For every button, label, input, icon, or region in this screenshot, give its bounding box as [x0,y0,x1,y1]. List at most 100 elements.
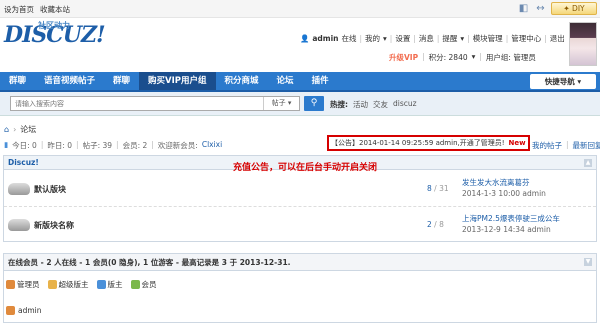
user-bar-secondary: 升级VIP | 积分: 2840 ▾ | 用户组: 管理员 [389,52,536,63]
announcement-text: 【公告】2014-01-14 09:25:59 admin,开通了管理员! [331,139,505,147]
last-post-title[interactable]: 发生发大水流离葛芬 [462,177,546,188]
hot-search-item[interactable]: discuz [393,99,417,110]
main-nav: 群聊 语音视频帖子 群聊 购买VIP用户组 积分商城 论坛 插件 快捷导航 ▾ [0,72,600,92]
online-user[interactable]: admin [6,306,42,315]
nav-item[interactable]: 论坛 [268,72,303,90]
hot-search-item[interactable]: 交友 [373,99,388,110]
username-link[interactable]: admin [312,34,338,43]
forum-last-post: 上海PM2.5爆表停驶三成公车 2013-12-9 14:34 admin [462,213,560,235]
quick-nav-button[interactable]: 快捷导航 ▾ [530,74,596,89]
stat-welcome: 欢迎新会员: [157,141,198,150]
admin-center-link[interactable]: 管理中心 [511,33,541,44]
bookmark-link[interactable]: 收藏本站 [40,4,70,15]
top-bar: 设为首页 收藏本站 ◧ ↔ ✦ DIY [0,0,600,18]
online-title[interactable]: 在线会员 - 2 人在线 - 1 会员(0 隐身), 1 位游客 - 最高记录是… [8,258,291,267]
new-member-link[interactable]: Clxixi [202,140,222,151]
set-home-link[interactable]: 设为首页 [4,4,34,15]
breadcrumb: ⌂ › 论坛 [4,124,37,135]
search-bar: 帖子 ▾ ⚲ 热搜: 活动 交友 discuz [0,92,600,116]
legend-item: 管理员 [6,279,40,290]
palette-icon[interactable]: ◧ [518,3,529,14]
chevron-down-icon: ▾ [471,52,476,61]
forum-row: 默认版块 8 / 31 发生发大水流离葛芬 2014-1-3 10:00 adm… [4,173,596,207]
forum-stats: ▮ 今日: 0 | 昨日: 0 | 帖子: 39 | 会员: 2 | 欢迎新会员: Cl… [4,140,223,151]
quick-nav-label: 快捷导航 [544,77,575,86]
admin-group-icon [6,306,15,315]
diy-button[interactable]: ✦ DIY [551,2,597,15]
search-box: 帖子 ▾ [10,96,300,111]
chevron-down-icon: ▾ [383,34,387,43]
nav-item[interactable]: 群聊 [104,72,139,90]
last-post-meta: 2014-1-3 10:00 admin [462,189,546,198]
latest-reply-link[interactable]: 最新回复 [573,140,600,151]
forum-counts: 2 / 8 [427,220,444,229]
stat-yesterday: 昨日: 0 [47,141,73,150]
forum-row: 新版块名称 2 / 8 上海PM2.5爆表停驶三成公车 2013-12-9 14… [4,209,596,243]
forum-bubble-icon [8,183,30,195]
hot-search: 热搜: 活动 交友 discuz [330,99,417,110]
user-group-link[interactable]: 用户组: 管理员 [486,52,536,63]
member-legend: 管理员 超级版主 版主 会员 [6,279,157,290]
search-icon: ⚲ [310,98,318,108]
search-type-select[interactable]: 帖子 ▾ [263,97,299,110]
module-manage-link[interactable]: 模块管理 [473,33,503,44]
forum-last-post: 发生发大水流离葛芬 2014-1-3 10:00 admin [462,177,546,199]
forum-bubble-icon [8,219,30,231]
super-mod-icon [47,280,57,289]
nav-item[interactable]: 购买VIP用户组 [139,72,216,90]
forum-name[interactable]: 新版块名称 [34,220,74,231]
legend-item: 版主 [96,279,123,290]
user-bar: 👤 admin 在线 | 我的 ▾ | 设置 | 消息 | 提醒 ▾ | 模块管理 … [300,33,565,44]
search-button[interactable]: ⚲ [304,96,324,111]
admin-group-icon [6,280,15,289]
new-badge: New [508,139,526,147]
category-title[interactable]: Discuz! [8,158,39,167]
collapse-icon[interactable]: ▼ [584,258,592,266]
nav-item[interactable]: 插件 [303,72,338,90]
online-status: 在线 [341,34,357,43]
stat-members: 会员: 2 [122,141,148,150]
logout-link[interactable]: 退出 [550,33,565,44]
user-icon: 👤 [300,34,310,43]
my-menu[interactable]: 我的 [365,33,380,44]
hot-search-item[interactable]: 活动 [353,99,368,110]
legend-item: 会员 [130,279,157,290]
my-posts-link[interactable]: 我的帖子 [532,140,562,151]
home-icon[interactable]: ⌂ [4,125,9,134]
forum-posts: 31 [439,184,449,193]
breadcrumb-forum[interactable]: 论坛 [20,124,36,135]
upgrade-vip-link[interactable]: 升级VIP [389,52,418,63]
site-logo[interactable]: DISCUZ! 社区动力 [4,21,106,48]
collapse-icon[interactable]: ▲ [584,159,592,167]
legend-item: 超级版主 [47,279,89,290]
member-icon [130,280,140,289]
diy-label: DIY [572,4,585,13]
nav-item[interactable]: 语音视频帖子 [35,72,104,90]
forum-name[interactable]: 默认版块 [34,184,66,195]
online-header: 在线会员 - 2 人在线 - 1 会员(0 隐身), 1 位游客 - 最高记录是… [4,254,596,271]
last-post-meta: 2013-12-9 14:34 admin [462,225,551,234]
forum-posts: 8 [439,220,444,229]
wide-screen-icon[interactable]: ↔ [535,3,546,14]
logo-subtitle: 社区动力 [38,21,70,30]
remind-link[interactable]: 提醒 [442,33,457,44]
legend-label: 版主 [107,280,123,289]
points-link[interactable]: 积分: 2840 [429,52,468,63]
announcement-box[interactable]: 【公告】2014-01-14 09:25:59 admin,开通了管理员! New [327,135,530,151]
nav-item[interactable]: 积分商城 [216,72,268,90]
quick-links: 我的帖子 | 最新回复 [532,140,600,151]
forum-threads: 2 [427,220,432,229]
search-input[interactable] [11,97,261,110]
hot-search-label: 热搜: [330,100,348,109]
annotation-text: 充值公告，可以在后台手动开启关闭 [233,163,378,173]
legend-label: 超级版主 [58,280,89,289]
forum-counts: 8 / 31 [427,184,449,193]
forum-threads: 8 [427,184,432,193]
last-post-title[interactable]: 上海PM2.5爆表停驶三成公车 [462,213,560,224]
settings-link[interactable]: 设置 [395,33,410,44]
moderator-icon [96,280,106,289]
nav-item[interactable]: 群聊 [0,72,35,90]
legend-label: 管理员 [17,280,40,289]
messages-link[interactable]: 消息 [419,33,434,44]
avatar[interactable] [569,22,597,66]
